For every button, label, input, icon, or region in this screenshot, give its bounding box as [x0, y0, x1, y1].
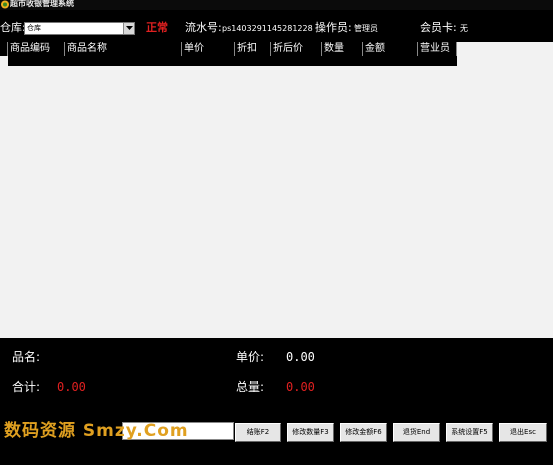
- modify-amount-button[interactable]: 修改金额F6: [340, 423, 387, 442]
- summary-panel: [0, 338, 553, 410]
- product-name-label: 品名:: [12, 350, 41, 364]
- checkout-button[interactable]: 结账F2: [235, 423, 281, 442]
- row-indicator: [0, 56, 8, 66]
- total-quantity-value: 0.00: [286, 380, 315, 394]
- sales-grid[interactable]: 商品编码 商品名称 单价 折扣 折后价 数量 金额 营业员: [0, 42, 553, 338]
- modify-quantity-button[interactable]: 修改数量F3: [287, 423, 334, 442]
- warehouse-select-value: 仓库: [27, 24, 41, 32]
- column-header[interactable]: 折后价: [271, 42, 322, 56]
- window-title: 超市收银管理系统: [10, 0, 74, 8]
- serial-value: ps1403291145281228: [222, 24, 313, 33]
- status-text: 正常: [146, 21, 168, 34]
- chevron-down-icon[interactable]: [123, 23, 134, 34]
- serial-label: 流水号:: [185, 21, 222, 34]
- column-header[interactable]: 数量: [322, 42, 363, 56]
- unit-price-value: 0.00: [286, 350, 315, 364]
- member-card-label: 会员卡:: [420, 21, 457, 34]
- total-label: 合计:: [12, 380, 41, 394]
- app-icon: [1, 0, 9, 9]
- watermark: 数码资源 Smzy.Com: [4, 421, 189, 441]
- system-settings-button[interactable]: 系统设置F5: [446, 423, 493, 442]
- grid-header: 商品编码 商品名称 单价 折扣 折后价 数量 金额 营业员: [0, 42, 457, 56]
- operator-label: 操作员:: [315, 21, 352, 34]
- warehouse-select[interactable]: 仓库: [24, 22, 135, 35]
- column-header[interactable]: 金额: [363, 42, 418, 56]
- column-header[interactable]: 营业员: [418, 42, 457, 56]
- operator-value: 管理员: [354, 24, 378, 33]
- row-indicator-header: [0, 42, 8, 56]
- column-header[interactable]: 单价: [182, 42, 235, 56]
- total-value: 0.00: [57, 380, 86, 394]
- column-header[interactable]: 折扣: [235, 42, 271, 56]
- return-goods-button[interactable]: 退货End: [393, 423, 440, 442]
- total-quantity-label: 总量:: [236, 380, 265, 394]
- warehouse-label: 仓库:: [0, 21, 26, 34]
- title-bar: 超市收银管理系统: [0, 0, 553, 10]
- column-header[interactable]: 商品编码: [8, 42, 65, 56]
- column-header[interactable]: 商品名称: [65, 42, 182, 56]
- member-card-value: 无: [460, 24, 468, 33]
- unit-price-label: 单价:: [236, 350, 265, 364]
- exit-button[interactable]: 退出Esc: [499, 423, 547, 442]
- table-row[interactable]: [0, 56, 457, 66]
